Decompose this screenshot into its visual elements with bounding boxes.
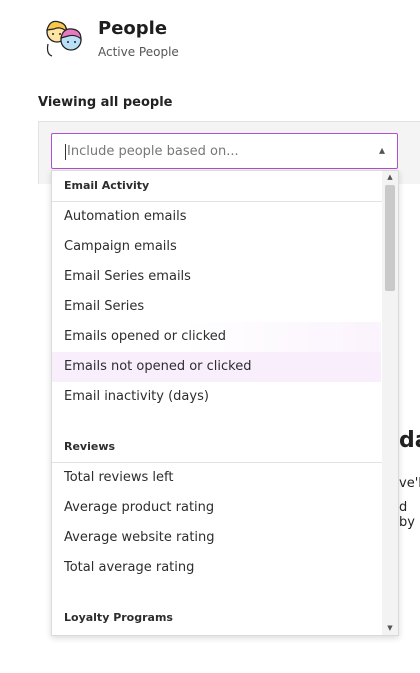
text-cursor [65, 144, 66, 160]
option-campaign-emails[interactable]: Campaign emails [52, 232, 381, 262]
header-text: People Active People [98, 14, 179, 59]
group-loyalty-programs: Loyalty Programs [52, 603, 398, 633]
background-heading-fragment: da [399, 428, 420, 453]
group-email-activity: Email Activity Automation emails Campaig… [52, 171, 398, 412]
option-total-average-rating[interactable]: Total average rating [52, 553, 381, 583]
page-header: People Active People [40, 14, 179, 60]
page-title: People [98, 18, 168, 39]
group-reviews: Reviews Total reviews left Average produ… [52, 432, 398, 583]
option-email-series-emails[interactable]: Email Series emails [52, 262, 381, 292]
people-avatar-icon [46, 20, 82, 57]
group-title: Loyalty Programs [64, 611, 173, 624]
option-average-website-rating[interactable]: Average website rating [52, 523, 381, 553]
option-emails-opened-or-clicked[interactable]: Emails opened or clicked [52, 322, 381, 352]
scroll-up-arrow-icon[interactable]: ▲ [385, 173, 395, 181]
option-email-series[interactable]: Email Series [52, 292, 381, 322]
option-emails-not-opened-or-clicked[interactable]: Emails not opened or clicked [52, 352, 381, 382]
include-people-select[interactable]: Include people based on... ▴ [51, 133, 398, 169]
filter-dropdown-menu[interactable]: Email Activity Automation emails Campaig… [51, 170, 399, 636]
viewing-label: Viewing all people [38, 95, 173, 110]
option-email-inactivity[interactable]: Email inactivity (days) [52, 382, 381, 412]
scroll-down-arrow-icon[interactable]: ▼ [385, 624, 395, 632]
background-text-fragment: ve'll [399, 476, 420, 491]
group-title: Reviews [64, 440, 116, 453]
option-average-product-rating[interactable]: Average product rating [52, 493, 381, 523]
select-placeholder: Include people based on... [67, 144, 239, 159]
dropdown-scrollbar[interactable]: ▲ ▼ [382, 171, 398, 635]
option-total-reviews-left[interactable]: Total reviews left [52, 463, 381, 493]
option-automation-emails[interactable]: Automation emails [52, 202, 381, 232]
chevron-up-icon[interactable]: ▴ [379, 143, 385, 157]
group-title: Email Activity [64, 179, 150, 192]
background-text-fragment: d by [399, 500, 415, 530]
page-subtitle: Active People [98, 45, 179, 59]
scroll-thumb[interactable] [385, 185, 395, 291]
